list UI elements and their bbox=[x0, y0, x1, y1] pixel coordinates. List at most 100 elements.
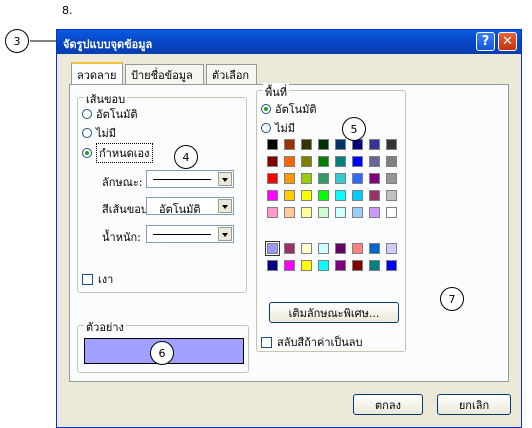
color-swatch[interactable] bbox=[267, 156, 278, 167]
sample-group-title: ตัวอย่าง bbox=[84, 318, 126, 336]
callout-6: 6 bbox=[150, 341, 174, 365]
color-swatch[interactable] bbox=[386, 260, 397, 271]
color-swatch[interactable] bbox=[267, 139, 278, 150]
color-swatch[interactable] bbox=[352, 260, 363, 271]
border-none-radio[interactable]: ไม่มี bbox=[82, 124, 116, 142]
color-swatch[interactable] bbox=[284, 173, 295, 184]
color-swatch[interactable] bbox=[267, 190, 278, 201]
color-swatch[interactable] bbox=[369, 243, 380, 254]
chevron-down-icon[interactable] bbox=[218, 227, 232, 241]
color-swatch[interactable] bbox=[335, 190, 346, 201]
color-swatch[interactable] bbox=[284, 156, 295, 167]
color-swatch[interactable] bbox=[301, 139, 312, 150]
cancel-button[interactable]: ยกเลิก bbox=[437, 394, 511, 415]
color-swatch[interactable] bbox=[267, 207, 278, 218]
color-swatch[interactable] bbox=[284, 207, 295, 218]
area-group-title: พื้นที่ bbox=[263, 83, 290, 101]
color-swatch[interactable] bbox=[284, 243, 295, 254]
color-swatch[interactable] bbox=[369, 190, 380, 201]
shadow-checkbox[interactable]: เงา bbox=[82, 270, 113, 288]
color-swatch[interactable] bbox=[386, 173, 397, 184]
area-none-radio[interactable]: ไม่มี bbox=[261, 119, 295, 137]
color-swatch[interactable] bbox=[335, 173, 346, 184]
color-swatch[interactable] bbox=[318, 190, 329, 201]
color-swatch[interactable] bbox=[265, 241, 280, 256]
radio-selected-icon bbox=[82, 148, 92, 158]
border-color-combo[interactable]: อัตโนมัติ bbox=[146, 197, 234, 216]
border-auto-label: อัตโนมัติ bbox=[96, 108, 138, 121]
line-style-label: ลักษณะ: bbox=[102, 176, 143, 189]
invert-if-negative-checkbox[interactable]: สลับสีถ้าค่าเป็นลบ bbox=[261, 333, 363, 351]
color-swatch[interactable] bbox=[301, 190, 312, 201]
color-swatch[interactable] bbox=[301, 173, 312, 184]
dialog-title: จัดรูปแบบจุดข้อมูล bbox=[63, 38, 153, 51]
line-style-preview bbox=[153, 179, 211, 180]
line-weight-preview bbox=[153, 234, 211, 235]
color-swatch[interactable] bbox=[369, 156, 380, 167]
color-swatch[interactable] bbox=[318, 173, 329, 184]
border-custom-radio[interactable]: กำหนดเอง bbox=[82, 143, 153, 163]
format-data-point-dialog: จัดรูปแบบจุดข้อมูล ? ✕ ลวดลาย ป้ายชื่อข้… bbox=[56, 29, 522, 428]
color-swatch[interactable] bbox=[369, 173, 380, 184]
tab-options[interactable]: ตัวเลือก bbox=[206, 64, 257, 84]
chevron-down-icon[interactable] bbox=[218, 199, 232, 213]
color-swatch[interactable] bbox=[386, 139, 397, 150]
color-swatch[interactable] bbox=[267, 260, 278, 271]
color-swatch[interactable] bbox=[386, 243, 397, 254]
color-swatch[interactable] bbox=[318, 260, 329, 271]
color-swatch[interactable] bbox=[335, 156, 346, 167]
color-swatch[interactable] bbox=[301, 207, 312, 218]
color-swatch[interactable] bbox=[352, 173, 363, 184]
color-swatch[interactable] bbox=[318, 139, 329, 150]
color-swatch[interactable] bbox=[369, 207, 380, 218]
color-swatch[interactable] bbox=[386, 207, 397, 218]
color-swatch[interactable] bbox=[284, 139, 295, 150]
color-swatch[interactable] bbox=[386, 190, 397, 201]
color-swatch[interactable] bbox=[352, 156, 363, 167]
color-swatch[interactable] bbox=[284, 260, 295, 271]
tab-patterns[interactable]: ลวดลาย bbox=[71, 62, 123, 85]
fill-effects-button[interactable]: เติมลักษณะพิเศษ... bbox=[269, 302, 399, 323]
color-swatch[interactable] bbox=[386, 156, 397, 167]
invert-if-negative-label: สลับสีถ้าค่าเป็นลบ bbox=[277, 336, 363, 349]
radio-icon bbox=[82, 128, 92, 138]
tab-data-labels[interactable]: ป้ายชื่อข้อมูล bbox=[125, 64, 204, 84]
callout-3: 3 bbox=[5, 29, 29, 53]
color-swatch[interactable] bbox=[369, 139, 380, 150]
color-swatch[interactable] bbox=[352, 207, 363, 218]
color-swatch[interactable] bbox=[352, 243, 363, 254]
chevron-down-icon[interactable] bbox=[218, 172, 232, 186]
help-button[interactable]: ? bbox=[476, 32, 495, 51]
color-swatch[interactable] bbox=[335, 243, 346, 254]
color-swatch[interactable] bbox=[335, 260, 346, 271]
border-color-label: สีเส้นขอบ: bbox=[102, 203, 152, 216]
color-swatch[interactable] bbox=[318, 207, 329, 218]
callout-7: 7 bbox=[440, 287, 464, 311]
color-swatch[interactable] bbox=[369, 260, 380, 271]
color-swatch[interactable] bbox=[301, 260, 312, 271]
callout-4: 4 bbox=[174, 145, 198, 169]
checkbox-icon bbox=[82, 273, 93, 285]
color-swatch[interactable] bbox=[267, 173, 278, 184]
checkbox-icon bbox=[261, 336, 272, 348]
area-auto-radio[interactable]: อัตโนมัติ bbox=[261, 100, 317, 118]
color-swatch[interactable] bbox=[301, 156, 312, 167]
title-bar[interactable]: จัดรูปแบบจุดข้อมูล ? ✕ bbox=[57, 30, 521, 54]
border-none-label: ไม่มี bbox=[96, 127, 117, 140]
line-weight-combo[interactable] bbox=[146, 225, 234, 243]
line-style-combo[interactable] bbox=[146, 170, 234, 188]
color-swatch[interactable] bbox=[335, 207, 346, 218]
color-swatch[interactable] bbox=[335, 139, 346, 150]
ok-button[interactable]: ตกลง bbox=[353, 394, 423, 415]
shadow-label: เงา bbox=[98, 273, 114, 286]
border-group: เส้นขอบ อัตโนมัติ ไม่มี กำหนดเอง ลักษณะ:… bbox=[77, 90, 247, 293]
color-swatch[interactable] bbox=[301, 243, 312, 254]
color-swatch[interactable] bbox=[318, 243, 329, 254]
close-button[interactable]: ✕ bbox=[498, 32, 517, 51]
color-swatch[interactable] bbox=[352, 190, 363, 201]
color-swatch[interactable] bbox=[284, 190, 295, 201]
border-color-value: อัตโนมัติ bbox=[159, 203, 201, 216]
border-auto-radio[interactable]: อัตโนมัติ bbox=[82, 105, 138, 123]
color-swatch[interactable] bbox=[318, 156, 329, 167]
radio-selected-icon bbox=[261, 104, 271, 114]
